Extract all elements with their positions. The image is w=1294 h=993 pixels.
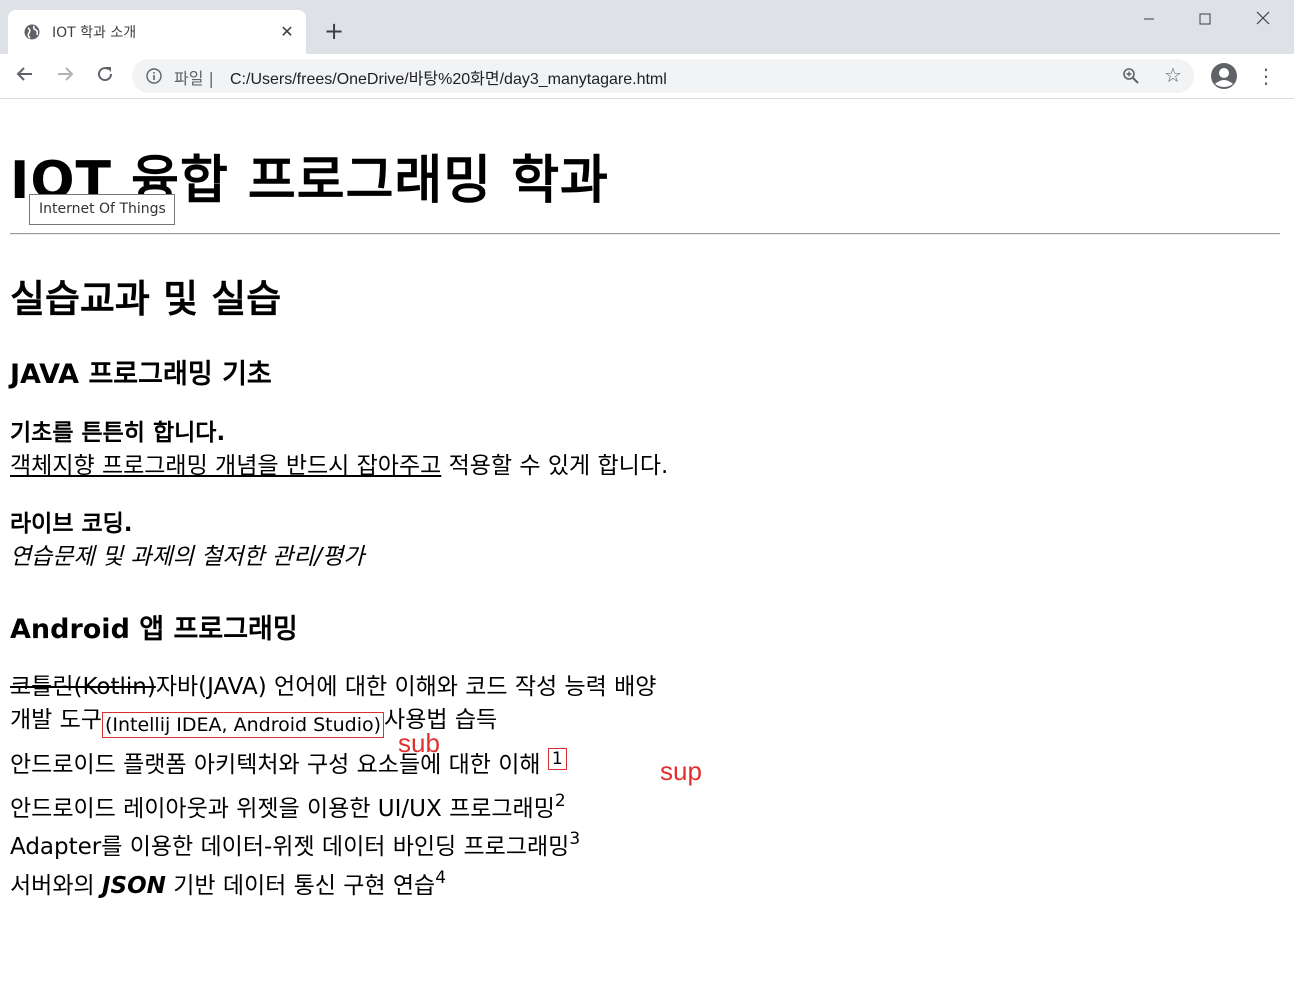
abbr-tooltip: Internet Of Things bbox=[29, 194, 175, 225]
sub-text: (Intellij IDEA, Android Studio) bbox=[101, 712, 385, 738]
sup-text: 1 bbox=[547, 748, 567, 770]
section-title: 실습교과 및 실습 bbox=[10, 277, 282, 321]
browser-toolbar: 파일 | C:/Users/frees/OneDrive/바탕%20화면/day… bbox=[0, 54, 1294, 99]
sup-text: 2 bbox=[554, 791, 566, 811]
android-line-6: 서버와의 JSON 기반 데이터 통신 구현 연습4 bbox=[10, 863, 446, 901]
plain-text: 자바(JAVA) 언어에 대한 이해와 코드 작성 능력 배양 bbox=[155, 674, 657, 700]
java-strong-2: 라이브 코딩. bbox=[10, 511, 133, 537]
reload-icon[interactable] bbox=[92, 64, 118, 90]
address-bar[interactable]: 파일 | C:/Users/frees/OneDrive/바탕%20화면/day… bbox=[132, 59, 1194, 93]
android-line-5: Adapter를 이용한 데이터-위젯 데이터 바인딩 프로그래밍3 bbox=[10, 824, 580, 862]
sup-annotation: sup bbox=[660, 756, 702, 786]
plain-text: 서버와의 bbox=[10, 873, 102, 899]
struck-text: 코틀린(Kotlin) bbox=[10, 674, 156, 700]
window-close-icon[interactable] bbox=[1240, 6, 1286, 34]
horizontal-rule bbox=[10, 233, 1280, 235]
forward-arrow-icon[interactable] bbox=[52, 64, 78, 90]
tab-strip: IOT 학과 소개 ✕ + bbox=[0, 0, 1294, 54]
minimize-icon[interactable] bbox=[1126, 6, 1172, 34]
underlined-text: 객체지향 프로그래밍 개념을 반드시 잡아주고 bbox=[10, 453, 442, 479]
android-heading: Android 앱 프로그래밍 bbox=[10, 614, 298, 645]
plain-text: 기반 데이터 통신 구현 연습 bbox=[165, 873, 436, 899]
browser-tab[interactable]: IOT 학과 소개 ✕ bbox=[8, 10, 306, 54]
plain-text: Adapter를 이용한 데이터-위젯 데이터 바인딩 프로그래밍 bbox=[10, 834, 570, 860]
plain-text: 개발 도구 bbox=[10, 707, 102, 733]
plain-text: 안드로이드 레이아웃과 위젯을 이용한 UI/UX 프로그래밍 bbox=[10, 796, 555, 822]
emphasis-text: JSON bbox=[101, 873, 166, 899]
java-strong-1: 기초를 튼튼히 합니다. bbox=[10, 420, 226, 446]
scheme-label: 파일 | bbox=[174, 69, 214, 88]
kebab-menu-icon[interactable]: ⋮ bbox=[1256, 64, 1276, 88]
sup-text: 3 bbox=[569, 829, 581, 849]
java-heading: JAVA 프로그래밍 기초 bbox=[10, 359, 272, 390]
maximize-icon[interactable] bbox=[1182, 6, 1228, 34]
java-underline-line: 객체지향 프로그래밍 개념을 반드시 잡아주고 적용할 수 있게 합니다. bbox=[10, 451, 668, 481]
star-icon[interactable]: ☆ bbox=[1164, 64, 1182, 86]
new-tab-button[interactable]: + bbox=[322, 19, 346, 44]
android-line-3: 안드로이드 플랫폼 아키텍처와 구성 요소들에 대한 이해 1 bbox=[10, 748, 567, 780]
java-italic-line: 연습문제 및 과제의 철저한 관리/평가 bbox=[10, 544, 365, 570]
profile-avatar-icon[interactable] bbox=[1210, 62, 1238, 90]
plain-text: 안드로이드 플랫폼 아키텍처와 구성 요소들에 대한 이해 bbox=[10, 752, 548, 778]
url-text[interactable]: C:/Users/frees/OneDrive/바탕%20화면/day3_man… bbox=[230, 65, 667, 89]
sup-text: 4 bbox=[435, 868, 447, 888]
plain-text: 적용할 수 있게 합니다. bbox=[441, 453, 669, 479]
page-content: IOT 융합 프로그래밍 학과 Internet Of Things 실습교과 … bbox=[0, 100, 1294, 993]
close-tab-icon[interactable]: ✕ bbox=[278, 23, 296, 41]
zoom-icon[interactable] bbox=[1122, 67, 1140, 85]
android-line-4: 안드로이드 레이아웃과 위젯을 이용한 UI/UX 프로그래밍2 bbox=[10, 786, 566, 824]
tab-title: IOT 학과 소개 bbox=[52, 25, 137, 41]
back-arrow-icon[interactable] bbox=[12, 64, 38, 90]
android-line-1: 코틀린(Kotlin)자바(JAVA) 언어에 대한 이해와 코드 작성 능력 … bbox=[10, 672, 656, 702]
globe-icon bbox=[24, 24, 40, 40]
info-icon[interactable] bbox=[146, 68, 162, 84]
